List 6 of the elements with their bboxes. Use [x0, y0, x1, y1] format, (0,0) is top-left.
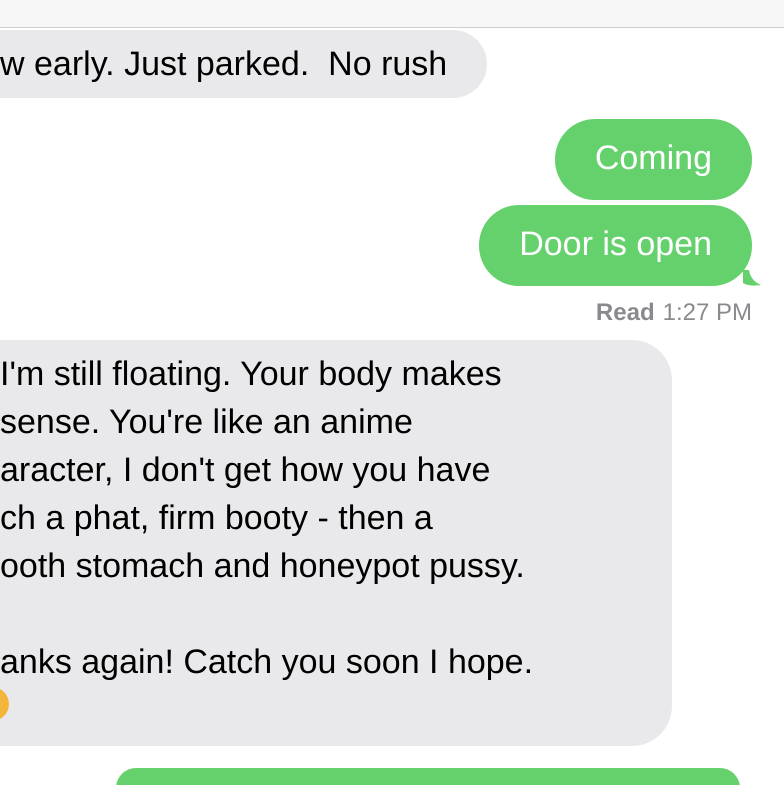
read-receipt-label: Read: [596, 298, 655, 328]
read-time: 1:27 PM: [662, 298, 752, 328]
message-text: anks again! Catch you soon I hope.: [0, 642, 534, 683]
message-text: I'm still floating. Your body makes sense. You're like an anime aracter, I don't get how you have ch a phat, firm booty - then a ooth stomach and honeypot pussy.: [0, 354, 526, 587]
message-text: Door is open: [519, 224, 712, 264]
message-text: Coming: [594, 138, 712, 178]
